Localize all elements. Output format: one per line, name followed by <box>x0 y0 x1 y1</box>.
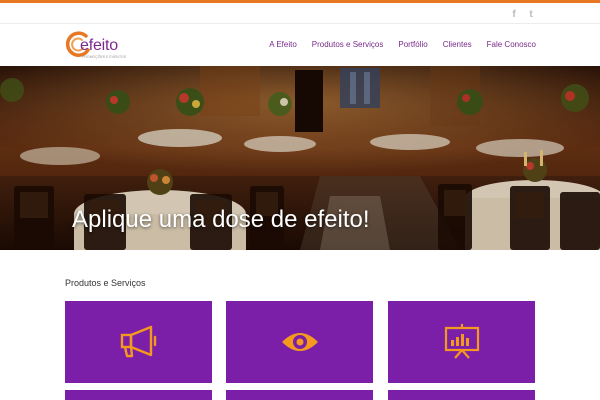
product-tile-2[interactable] <box>226 301 373 383</box>
logo-tagline: PROMOÇÕES E EVENTOS <box>82 55 127 59</box>
product-tile-4[interactable] <box>65 390 212 400</box>
top-bar: f t <box>0 3 600 24</box>
site-header: efeito PROMOÇÕES E EVENTOS A Efeito Prod… <box>0 24 600 66</box>
logo[interactable]: efeito PROMOÇÕES E EVENTOS <box>64 28 130 62</box>
section-title-produtos: Produtos e Serviços <box>65 278 146 288</box>
nav-item-clientes[interactable]: Clientes <box>443 40 472 49</box>
hero-banner: Aplique uma dose de efeito! <box>0 66 600 250</box>
product-tile-5[interactable] <box>226 390 373 400</box>
product-tile-6[interactable] <box>388 390 535 400</box>
nav-item-a-efeito[interactable]: A Efeito <box>269 40 297 49</box>
twitter-icon[interactable]: t <box>525 8 537 20</box>
nav-item-fale-conosco[interactable]: Fale Conosco <box>487 40 536 49</box>
logo-text: efeito <box>80 37 118 54</box>
facebook-icon[interactable]: f <box>508 8 520 20</box>
main-nav: A Efeito Produtos e Serviços Portfólio C… <box>269 40 536 49</box>
product-tile-3[interactable] <box>388 301 535 383</box>
megaphone-icon <box>120 325 157 358</box>
product-tile-1[interactable] <box>65 301 212 383</box>
nav-item-portfolio[interactable]: Portfólio <box>398 40 427 49</box>
eye-icon <box>282 333 318 351</box>
nav-item-produtos-servicos[interactable]: Produtos e Serviços <box>312 40 384 49</box>
presentation-board-icon <box>444 324 480 359</box>
hero-title: Aplique uma dose de efeito! <box>72 206 370 233</box>
